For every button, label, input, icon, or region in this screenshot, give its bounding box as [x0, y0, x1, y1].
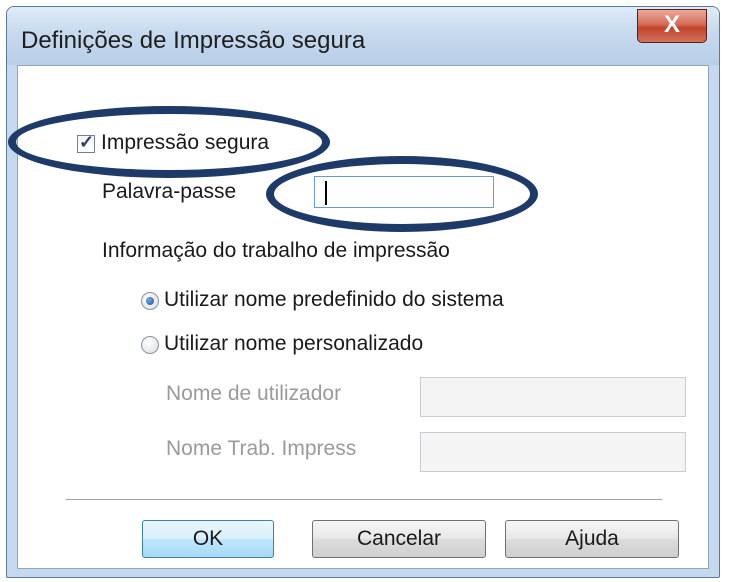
ok-button[interactable]: OK — [142, 520, 274, 558]
close-icon: X — [663, 11, 680, 38]
radio-selected-dot — [146, 297, 154, 305]
separator — [66, 499, 662, 501]
dialog-body: ✓ Impressão segura Palavra-passe Informa… — [8, 65, 709, 569]
window-title: Definições de Impressão segura — [21, 27, 366, 54]
highlight-ellipse-password — [266, 156, 538, 232]
cancel-button[interactable]: Cancelar — [312, 520, 486, 558]
option-system-name-label[interactable]: Utilizar nome predefinido do sistema — [164, 288, 504, 312]
jobname-field[interactable] — [420, 432, 686, 472]
close-button[interactable]: X — [637, 9, 707, 43]
jobname-label: Nome Trab. Impress — [166, 437, 357, 460]
dialog-window: Definições de Impressão segura X ✓ Impre… — [6, 6, 720, 578]
job-info-heading: Informação do trabalho de impressão — [102, 239, 450, 262]
radio-system-name[interactable] — [141, 292, 159, 310]
help-button[interactable]: Ajuda — [505, 520, 679, 558]
radio-custom-name[interactable] — [141, 336, 159, 354]
title-bar[interactable]: Definições de Impressão segura X — [7, 7, 719, 65]
option-custom-name-label[interactable]: Utilizar nome personalizado — [164, 332, 423, 356]
username-field[interactable] — [420, 377, 686, 417]
username-label: Nome de utilizador — [166, 382, 342, 405]
password-label: Palavra-passe — [102, 180, 237, 203]
highlight-ellipse-secure-print — [8, 106, 330, 178]
